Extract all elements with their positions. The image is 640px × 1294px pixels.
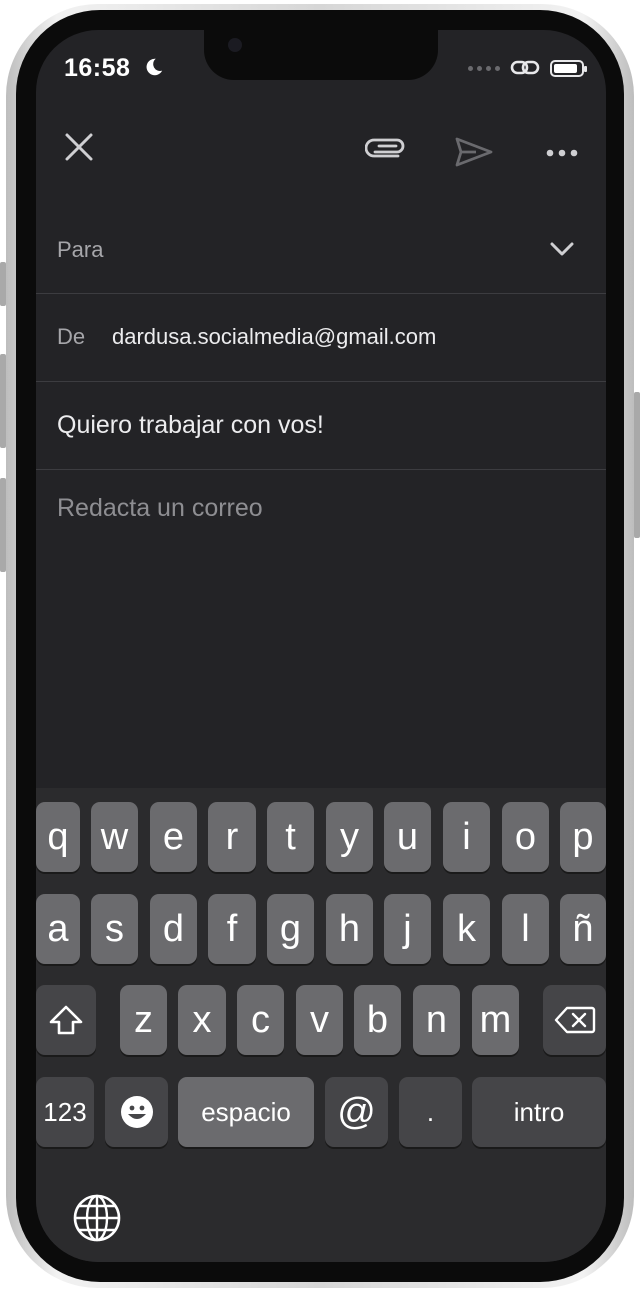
key-e[interactable]: e — [150, 802, 197, 872]
screen: 16:58 Para De dardusa.socialmedia@gmail.… — [36, 30, 606, 1262]
body-placeholder: Redacta un correo — [57, 494, 263, 522]
status-time: 16:58 — [64, 54, 131, 82]
front-camera — [228, 38, 242, 52]
status-icons — [468, 58, 587, 78]
key-q[interactable]: q — [36, 802, 80, 872]
subject-text: Quiero trabajar con vos! — [57, 411, 324, 439]
to-label: Para — [57, 237, 104, 262]
chevron-down-icon[interactable] — [550, 242, 574, 256]
shift-icon — [49, 1005, 83, 1035]
close-icon[interactable] — [64, 132, 94, 162]
key-g[interactable]: g — [267, 894, 314, 964]
key-j[interactable]: j — [384, 894, 431, 964]
battery-icon — [550, 59, 587, 77]
more-icon[interactable] — [546, 149, 578, 157]
to-field[interactable]: Para — [36, 206, 606, 294]
key-a[interactable]: a — [36, 894, 80, 964]
from-address: dardusa.socialmedia@gmail.com — [112, 324, 437, 349]
send-icon[interactable] — [454, 136, 494, 168]
key-k[interactable]: k — [443, 894, 490, 964]
return-key[interactable]: intro — [472, 1077, 606, 1147]
delete-key[interactable] — [543, 985, 606, 1055]
dot-key[interactable]: . — [399, 1077, 462, 1147]
key-s[interactable]: s — [91, 894, 138, 964]
key-h[interactable]: h — [326, 894, 373, 964]
space-key[interactable]: espacio — [178, 1077, 314, 1147]
subject-field[interactable]: Quiero trabajar con vos! — [36, 382, 606, 470]
key-m[interactable]: m — [472, 985, 519, 1055]
notch — [204, 30, 438, 80]
globe-icon[interactable] — [72, 1193, 122, 1243]
key-n[interactable]: n — [413, 985, 460, 1055]
key-enye[interactable]: ñ — [560, 894, 606, 964]
key-u[interactable]: u — [384, 802, 431, 872]
key-z[interactable]: z — [120, 985, 167, 1055]
at-key[interactable]: @ — [325, 1077, 388, 1147]
key-r[interactable]: r — [208, 802, 256, 872]
volume-down-button — [0, 478, 6, 572]
key-d[interactable]: d — [150, 894, 197, 964]
key-p[interactable]: p — [560, 802, 606, 872]
key-i[interactable]: i — [443, 802, 490, 872]
body-field[interactable]: Redacta un correo — [36, 470, 606, 788]
key-o[interactable]: o — [502, 802, 549, 872]
key-x[interactable]: x — [178, 985, 226, 1055]
from-label: De — [57, 324, 86, 349]
key-w[interactable]: w — [91, 802, 138, 872]
link-icon — [510, 60, 540, 75]
key-b[interactable]: b — [354, 985, 401, 1055]
backspace-icon — [554, 1006, 595, 1034]
key-f[interactable]: f — [208, 894, 256, 964]
emoji-icon — [120, 1096, 153, 1128]
keyboard: q w e r t y u i o p a s d f g h j k l ñ … — [36, 788, 606, 1262]
silent-switch — [0, 262, 6, 306]
key-t[interactable]: t — [267, 802, 314, 872]
signal-icon — [468, 65, 500, 71]
numbers-key[interactable]: 123 — [36, 1077, 94, 1147]
key-v[interactable]: v — [296, 985, 343, 1055]
paperclip-icon[interactable] — [365, 136, 407, 160]
key-l[interactable]: l — [502, 894, 549, 964]
emoji-key[interactable] — [105, 1077, 168, 1147]
from-field[interactable]: De dardusa.socialmedia@gmail.com — [36, 294, 606, 382]
key-c[interactable]: c — [237, 985, 284, 1055]
moon-icon — [146, 58, 163, 76]
key-y[interactable]: y — [326, 802, 373, 872]
power-button — [634, 392, 640, 538]
shift-key[interactable] — [36, 985, 96, 1055]
volume-up-button — [0, 354, 6, 448]
